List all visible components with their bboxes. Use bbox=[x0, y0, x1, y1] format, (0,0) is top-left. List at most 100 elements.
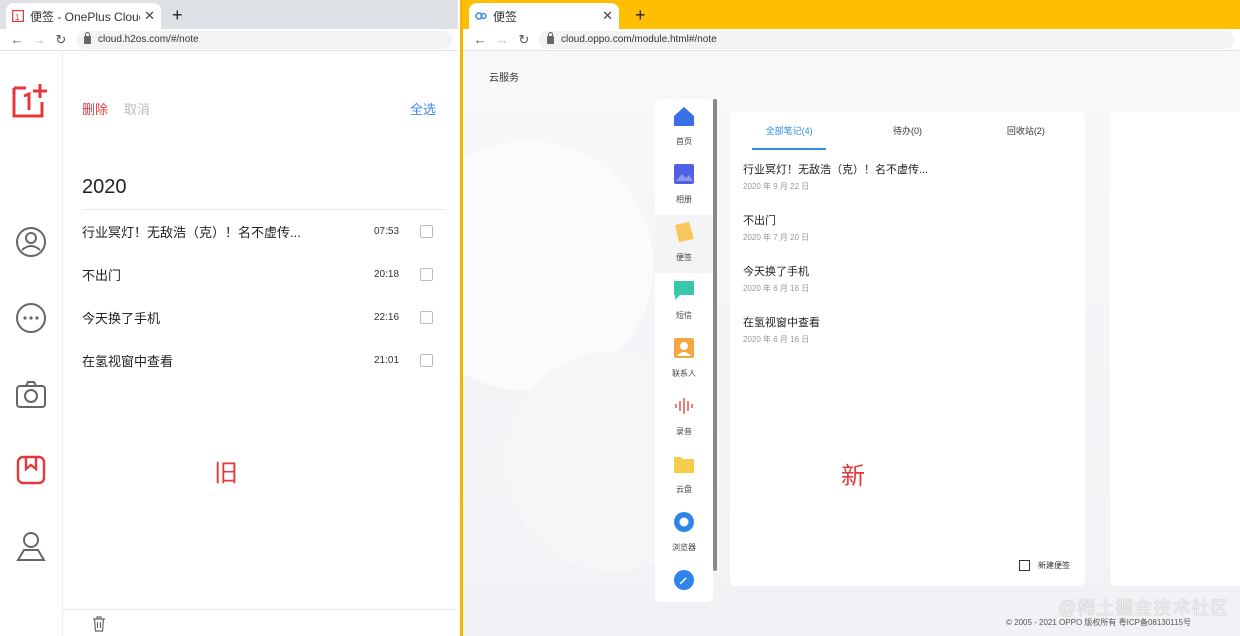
service-title[interactable]: 云服务 bbox=[489, 69, 519, 84]
new-browser-window: 便签 ✕ + ← → ↻ cloud.oppo.com/module.html#… bbox=[460, 0, 1240, 636]
tab-title: 便签 - OnePlus Cloud Bu bbox=[30, 9, 140, 24]
compass-icon bbox=[674, 570, 694, 590]
user-icon[interactable] bbox=[15, 226, 47, 258]
note-title: 今天换了手机 bbox=[743, 266, 809, 278]
close-tab-icon[interactable]: ✕ bbox=[602, 8, 613, 24]
note-title: 在氢视窗中查看 bbox=[82, 354, 174, 369]
note-time: 20:18 bbox=[374, 269, 400, 280]
note-date: 2020 年 7 月 20 日 bbox=[743, 233, 810, 242]
sidebar-item-label: 联系人 bbox=[672, 369, 696, 378]
camera-icon[interactable] bbox=[15, 379, 47, 411]
close-tab-icon[interactable]: ✕ bbox=[144, 8, 155, 24]
old-note-list: 行业冥灯！无敌浩（克）！名不虚传... 07:53 不出门 20:18 今天换了… bbox=[82, 210, 433, 382]
note-title: 不出门 bbox=[82, 268, 122, 283]
note-checkbox[interactable] bbox=[420, 311, 433, 324]
list-item[interactable]: 行业冥灯！无敌浩（克）！名不虚传... 07:53 bbox=[82, 210, 433, 253]
list-item[interactable]: 今天换了手机 2020 年 6 月 16 日 bbox=[743, 263, 1075, 314]
note-icon bbox=[675, 222, 694, 242]
sidebar-item-label: 云盘 bbox=[676, 485, 692, 494]
trash-icon[interactable] bbox=[92, 616, 106, 632]
sidebar-item-label: 浏览器 bbox=[672, 543, 696, 552]
url-text: cloud.h2os.com/#/note bbox=[98, 34, 199, 45]
note-checkbox[interactable] bbox=[420, 268, 433, 281]
back-icon[interactable]: ← bbox=[469, 32, 491, 47]
note-checkbox[interactable] bbox=[420, 225, 433, 238]
bottom-bar bbox=[63, 609, 458, 636]
album-icon bbox=[674, 164, 694, 184]
browser-tab[interactable]: 1 便签 - OnePlus Cloud Bu ✕ bbox=[6, 3, 161, 29]
note-title: 在氢视窗中查看 bbox=[743, 317, 820, 329]
list-item[interactable]: 不出门 2020 年 7 月 20 日 bbox=[743, 212, 1075, 263]
note-title: 今天换了手机 bbox=[82, 311, 161, 326]
old-label: 旧 bbox=[212, 453, 240, 488]
new-tab-icon[interactable]: + bbox=[635, 3, 646, 27]
list-item[interactable]: 在氢视窗中查看 2020 年 6 月 16 日 bbox=[743, 314, 1075, 365]
url-text: cloud.oppo.com/module.html#/note bbox=[561, 34, 717, 45]
tab-recycle-bin[interactable]: 回收站(2) bbox=[967, 124, 1085, 148]
note-date: 2020 年 9 月 22 日 bbox=[743, 182, 810, 191]
note-book-icon[interactable] bbox=[15, 454, 47, 486]
folder-icon bbox=[674, 457, 694, 473]
address-bar[interactable]: cloud.h2os.com/#/note bbox=[76, 30, 452, 49]
sidebar-item-label: 便签 bbox=[676, 253, 692, 262]
select-all-button[interactable]: 全选 bbox=[410, 99, 436, 118]
sidebar-item-recorder[interactable]: 录音 bbox=[655, 389, 713, 447]
sidebar-item-label: 短信 bbox=[676, 311, 692, 320]
watermark: @稀土掘金技术社区 bbox=[1058, 598, 1230, 618]
year-heading: 2020 bbox=[82, 176, 127, 198]
note-title: 行业冥灯！无敌浩（克）！名不虚传... bbox=[743, 164, 929, 176]
app-sidebar: 首页 相册 便签 短信 联系人 录音 云盘 浏览器 bbox=[655, 99, 713, 602]
sidebar-item-home[interactable]: 首页 bbox=[655, 99, 713, 157]
reload-icon[interactable]: ↻ bbox=[50, 32, 72, 48]
reload-icon[interactable]: ↻ bbox=[513, 32, 535, 48]
tab-strip: 1 便签 - OnePlus Cloud Bu ✕ + bbox=[0, 0, 458, 29]
sms-icon bbox=[674, 281, 694, 300]
list-item[interactable]: 不出门 20:18 bbox=[82, 253, 433, 296]
cloud-service-page: 云服务 首页 相册 便签 短信 联系人 录音 云盘 浏览器 全部笔记(4) 待办… bbox=[463, 51, 1240, 636]
home-icon bbox=[674, 107, 694, 126]
new-note-button[interactable]: 新建便签 bbox=[1019, 560, 1070, 571]
tab-all-notes[interactable]: 全部笔记(4) bbox=[730, 124, 848, 150]
forward-icon[interactable]: → bbox=[28, 32, 50, 47]
message-icon[interactable] bbox=[15, 302, 47, 334]
notes-card: 全部笔记(4) 待办(0) 回收站(2) 行业冥灯！无敌浩（克）！名不虚传...… bbox=[730, 112, 1085, 586]
sidebar-item-contacts[interactable]: 联系人 bbox=[655, 331, 713, 389]
note-checkbox[interactable] bbox=[420, 354, 433, 367]
note-detail-card bbox=[1110, 112, 1240, 586]
new-tab-icon[interactable]: + bbox=[172, 3, 183, 27]
sidebar-item-more[interactable] bbox=[655, 563, 713, 602]
sidebar-item-album[interactable]: 相册 bbox=[655, 157, 713, 215]
sidebar-scrollbar[interactable] bbox=[713, 99, 717, 571]
list-item[interactable]: 在氢视窗中查看 21:01 bbox=[82, 339, 433, 382]
old-notes-panel: 删除 取消 全选 2020 行业冥灯！无敌浩（克）！名不虚传... 07:53 … bbox=[63, 52, 458, 636]
note-time: 22:16 bbox=[374, 312, 400, 323]
new-note-icon bbox=[1019, 560, 1030, 571]
delete-button[interactable]: 删除 bbox=[82, 99, 108, 118]
back-icon[interactable]: ← bbox=[6, 32, 28, 47]
find-phone-icon[interactable] bbox=[15, 530, 47, 562]
address-bar[interactable]: cloud.oppo.com/module.html#/note bbox=[539, 30, 1234, 49]
new-label: 新 bbox=[839, 456, 867, 491]
oneplus-favicon-icon: 1 bbox=[12, 10, 24, 22]
sidebar-item-cloud-drive[interactable]: 云盘 bbox=[655, 447, 713, 505]
recorder-icon bbox=[675, 398, 693, 414]
new-note-list: 行业冥灯！无敌浩（克）！名不虚传... 2020 年 9 月 22 日 不出门 … bbox=[743, 161, 1075, 365]
browser-toolbar: ← → ↻ cloud.oppo.com/module.html#/note bbox=[463, 29, 1240, 51]
forward-icon[interactable]: → bbox=[491, 32, 513, 47]
browser-toolbar: ← → ↻ cloud.h2os.com/#/note bbox=[0, 29, 458, 51]
sidebar-item-sms[interactable]: 短信 bbox=[655, 273, 713, 331]
sidebar-item-label: 首页 bbox=[676, 137, 692, 146]
browser-icon bbox=[674, 512, 694, 532]
edit-actions: 删除 取消 全选 bbox=[82, 99, 436, 118]
svg-text:1: 1 bbox=[15, 13, 20, 22]
sidebar-item-notes[interactable]: 便签 bbox=[655, 215, 713, 273]
list-item[interactable]: 今天换了手机 22:16 bbox=[82, 296, 433, 339]
note-date: 2020 年 6 月 16 日 bbox=[743, 335, 810, 344]
old-browser-window: 1 便签 - OnePlus Cloud Bu ✕ + ← → ↻ cloud.… bbox=[0, 0, 458, 636]
tab-todo[interactable]: 待办(0) bbox=[848, 124, 966, 148]
new-note-label: 新建便签 bbox=[1038, 561, 1070, 570]
sidebar-item-browser[interactable]: 浏览器 bbox=[655, 505, 713, 563]
browser-tab[interactable]: 便签 ✕ bbox=[469, 3, 619, 29]
cancel-button[interactable]: 取消 bbox=[124, 99, 150, 118]
list-item[interactable]: 行业冥灯！无敌浩（克）！名不虚传... 2020 年 9 月 22 日 bbox=[743, 161, 1075, 212]
